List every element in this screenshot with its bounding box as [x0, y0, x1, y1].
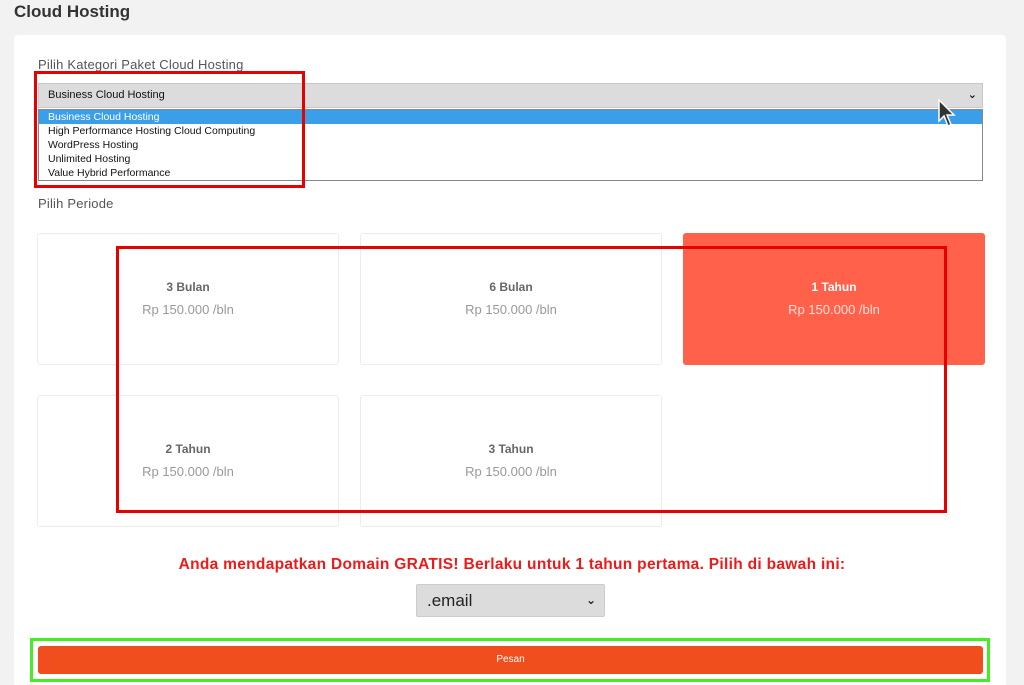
page-title: Cloud Hosting [14, 2, 131, 21]
domain-selected-value: .email [427, 591, 473, 610]
mouse-pointer-icon [938, 99, 956, 128]
promo-text: Anda mendapatkan Domain GRATIS! Berlaku … [178, 556, 846, 573]
chevron-down-icon: ⌄ [585, 593, 596, 607]
period-label: Pilih Periode [38, 196, 114, 211]
annotation-box-periods [116, 246, 947, 513]
category-label: Pilih Kategori Paket Cloud Hosting [38, 57, 244, 72]
domain-select[interactable]: .email ⌄ [416, 584, 605, 617]
annotation-box-category [34, 71, 305, 188]
chevron-down-icon: ⌄ [967, 89, 977, 101]
annotation-box-order [30, 638, 990, 682]
